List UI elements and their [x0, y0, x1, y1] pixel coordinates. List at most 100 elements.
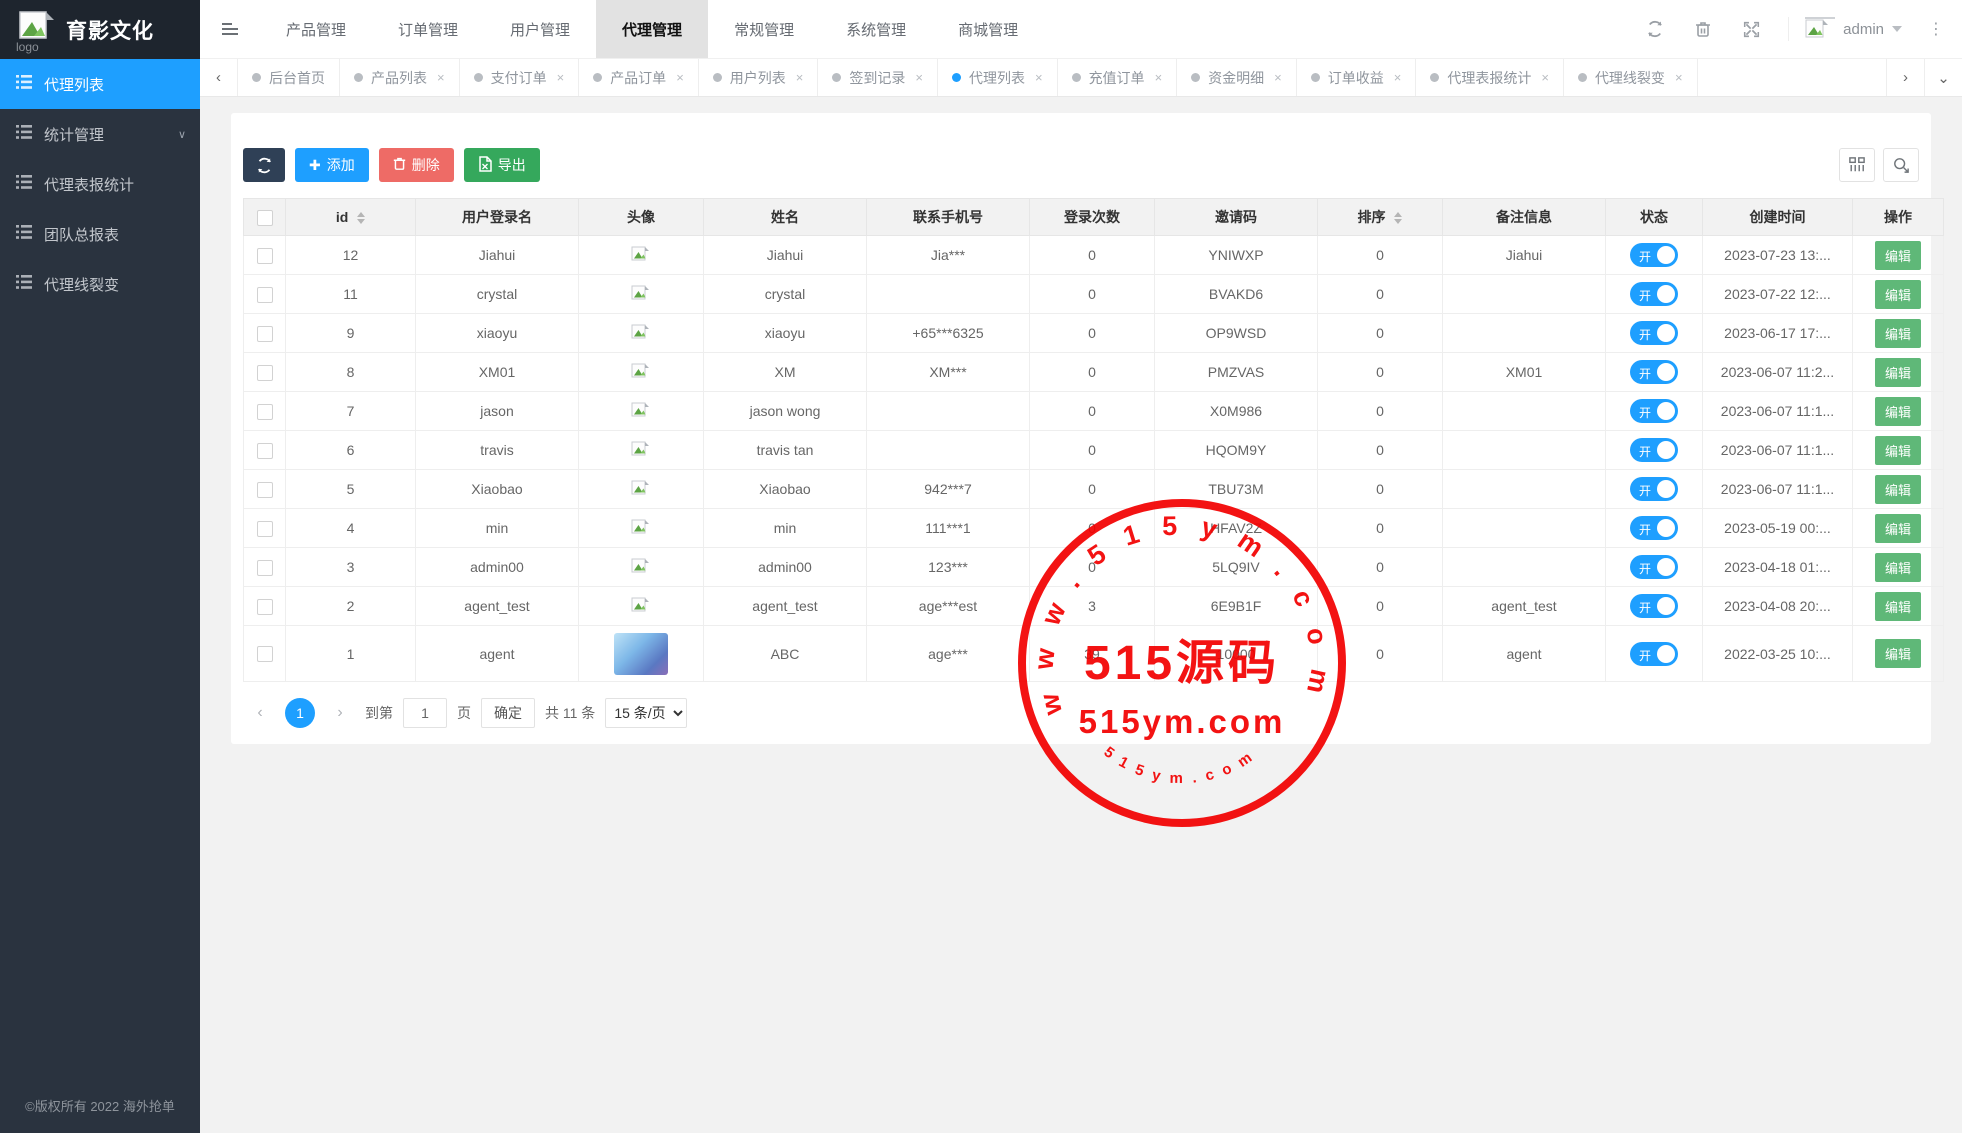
per-page-select[interactable]: 15 条/页 — [605, 698, 687, 728]
tab-close-icon[interactable]: × — [557, 70, 565, 85]
row-checkbox[interactable] — [257, 287, 273, 303]
search-zoom-button[interactable] — [1883, 148, 1919, 182]
row-checkbox[interactable] — [257, 365, 273, 381]
status-toggle[interactable]: 开 — [1630, 399, 1678, 423]
column-header[interactable]: 状态 — [1606, 199, 1703, 236]
page-next-icon[interactable]: › — [325, 698, 355, 728]
status-toggle[interactable]: 开 — [1630, 321, 1678, 345]
add-button[interactable]: ✚添加 — [295, 148, 369, 182]
column-header[interactable]: 用户登录名 — [416, 199, 579, 236]
column-settings-button[interactable] — [1839, 148, 1875, 182]
tab[interactable]: 支付订单 × — [460, 59, 580, 96]
tabs-menu-icon[interactable]: ⌄ — [1924, 59, 1962, 96]
top-nav-item[interactable]: 系统管理 — [820, 0, 932, 58]
edit-button[interactable]: 编辑 — [1875, 475, 1921, 504]
goto-confirm-button[interactable]: 确定 — [481, 698, 535, 728]
column-header[interactable]: 创建时间 — [1703, 199, 1853, 236]
sidebar-item[interactable]: 代理表报统计 ∨ — [0, 159, 200, 209]
trash-icon[interactable] — [1692, 18, 1714, 40]
row-checkbox[interactable] — [257, 521, 273, 537]
tab-close-icon[interactable]: × — [676, 70, 684, 85]
tab-close-icon[interactable]: × — [1541, 70, 1549, 85]
sort-icon[interactable] — [1394, 212, 1402, 224]
column-header[interactable]: 操作 — [1853, 199, 1944, 236]
tab-close-icon[interactable]: × — [1155, 70, 1163, 85]
user-menu[interactable]: admin — [1788, 17, 1902, 41]
row-checkbox[interactable] — [257, 326, 273, 342]
status-toggle[interactable]: 开 — [1630, 282, 1678, 306]
row-checkbox[interactable] — [257, 482, 273, 498]
sort-icon[interactable] — [357, 212, 365, 224]
column-header[interactable]: 姓名 — [704, 199, 867, 236]
tab[interactable]: 签到记录 × — [818, 59, 938, 96]
column-header[interactable]: 邀请码 — [1155, 199, 1318, 236]
top-nav-item[interactable]: 产品管理 — [260, 0, 372, 58]
status-toggle[interactable]: 开 — [1630, 243, 1678, 267]
sidebar-collapse-icon[interactable] — [200, 0, 260, 58]
sidebar-item[interactable]: 团队总报表 ∨ — [0, 209, 200, 259]
edit-button[interactable]: 编辑 — [1875, 639, 1921, 668]
sidebar-item[interactable]: 代理线裂变 ∨ — [0, 259, 200, 309]
column-header[interactable]: id — [286, 199, 416, 236]
edit-button[interactable]: 编辑 — [1875, 319, 1921, 348]
top-nav-item[interactable]: 代理管理 — [596, 0, 708, 58]
tab[interactable]: 产品列表 × — [340, 59, 460, 96]
tab-close-icon[interactable]: × — [1675, 70, 1683, 85]
tab-close-icon[interactable]: × — [1274, 70, 1282, 85]
column-header[interactable]: 登录次数 — [1030, 199, 1155, 236]
tab[interactable]: 用户列表 × — [699, 59, 819, 96]
top-nav-item[interactable]: 商城管理 — [932, 0, 1044, 58]
tab-close-icon[interactable]: × — [1035, 70, 1043, 85]
sidebar-item[interactable]: 代理列表 ∨ — [0, 59, 200, 109]
tab-close-icon[interactable]: × — [796, 70, 804, 85]
tab[interactable]: 代理列表 × — [938, 59, 1058, 96]
tab-close-icon[interactable]: × — [1394, 70, 1402, 85]
edit-button[interactable]: 编辑 — [1875, 592, 1921, 621]
column-header[interactable]: 头像 — [579, 199, 704, 236]
column-header[interactable]: 备注信息 — [1443, 199, 1606, 236]
row-checkbox[interactable] — [257, 248, 273, 264]
row-checkbox[interactable] — [257, 599, 273, 615]
top-nav-item[interactable]: 用户管理 — [484, 0, 596, 58]
more-options-icon[interactable]: ⋮ — [1928, 19, 1944, 39]
sidebar-item[interactable]: 统计管理 ∨ — [0, 109, 200, 159]
select-all-checkbox[interactable] — [257, 210, 273, 226]
tab-close-icon[interactable]: × — [915, 70, 923, 85]
refresh-icon[interactable] — [1644, 18, 1666, 40]
goto-page-input[interactable] — [403, 698, 447, 728]
status-toggle[interactable]: 开 — [1630, 516, 1678, 540]
edit-button[interactable]: 编辑 — [1875, 280, 1921, 309]
tabs-scroll-left-icon[interactable]: ‹ — [200, 59, 238, 96]
tab[interactable]: 后台首页 — [238, 59, 340, 96]
tab[interactable]: 产品订单 × — [579, 59, 699, 96]
tab[interactable]: 订单收益 × — [1297, 59, 1417, 96]
column-header[interactable]: 排序 — [1318, 199, 1443, 236]
tab[interactable]: 充值订单 × — [1058, 59, 1178, 96]
edit-button[interactable]: 编辑 — [1875, 553, 1921, 582]
status-toggle[interactable]: 开 — [1630, 555, 1678, 579]
status-toggle[interactable]: 开 — [1630, 642, 1678, 666]
status-toggle[interactable]: 开 — [1630, 477, 1678, 501]
edit-button[interactable]: 编辑 — [1875, 514, 1921, 543]
row-checkbox[interactable] — [257, 443, 273, 459]
export-button[interactable]: 导出 — [464, 148, 540, 182]
page-number-current[interactable]: 1 — [285, 698, 315, 728]
row-checkbox[interactable] — [257, 646, 273, 662]
edit-button[interactable]: 编辑 — [1875, 436, 1921, 465]
edit-button[interactable]: 编辑 — [1875, 241, 1921, 270]
status-toggle[interactable]: 开 — [1630, 360, 1678, 384]
status-toggle[interactable]: 开 — [1630, 438, 1678, 462]
refresh-table-button[interactable] — [243, 148, 285, 182]
page-prev-icon[interactable]: ‹ — [245, 698, 275, 728]
column-header[interactable]: 联系手机号 — [867, 199, 1030, 236]
tabs-scroll-right-icon[interactable]: › — [1886, 59, 1924, 96]
edit-button[interactable]: 编辑 — [1875, 358, 1921, 387]
row-checkbox[interactable] — [257, 560, 273, 576]
tab-close-icon[interactable]: × — [437, 70, 445, 85]
tab[interactable]: 资金明细 × — [1177, 59, 1297, 96]
fullscreen-icon[interactable] — [1740, 18, 1762, 40]
row-checkbox[interactable] — [257, 404, 273, 420]
top-nav-item[interactable]: 常规管理 — [708, 0, 820, 58]
status-toggle[interactable]: 开 — [1630, 594, 1678, 618]
tab[interactable]: 代理线裂变 × — [1564, 59, 1698, 96]
